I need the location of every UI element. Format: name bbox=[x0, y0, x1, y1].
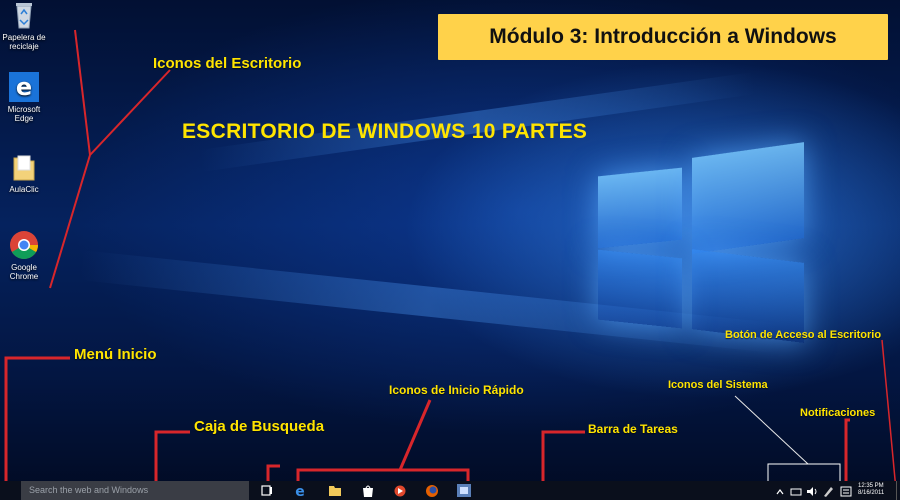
label-iconos-escritorio: Iconos del Escritorio bbox=[153, 55, 302, 72]
windows-logo-pane bbox=[598, 249, 682, 329]
desktop-icon-label: Microsoft Edge bbox=[7, 105, 41, 123]
store-icon[interactable] bbox=[360, 483, 376, 498]
show-desktop-button[interactable] bbox=[896, 481, 900, 500]
desktop-wallpaper bbox=[0, 0, 900, 500]
taskbar: Search the web and Windows e 12:35 PM 8/… bbox=[0, 481, 900, 500]
notification-center-icon[interactable] bbox=[840, 484, 852, 499]
clock-date: 8/16/2011 bbox=[858, 490, 885, 496]
chevron-up-icon[interactable] bbox=[775, 484, 785, 499]
chrome-icon bbox=[10, 231, 38, 259]
label-iconos-sistema: Iconos del Sistema bbox=[668, 379, 768, 391]
clock-time: 12:35 PM bbox=[858, 483, 884, 489]
desktop-icon-chrome[interactable]: Google Chrome bbox=[0, 230, 48, 281]
media-app-icon[interactable] bbox=[392, 483, 408, 498]
label-caja-busqueda: Caja de Busqueda bbox=[194, 418, 325, 435]
label-notificaciones: Notificaciones bbox=[800, 407, 876, 419]
desktop-icon-label: Papelera de reciclaje bbox=[2, 33, 46, 51]
desktop-icon-edge[interactable]: e Microsoft Edge bbox=[0, 72, 48, 123]
desktop-icon-label: Google Chrome bbox=[9, 263, 39, 281]
module-title-box: Módulo 3: Introducción a Windows bbox=[438, 14, 888, 60]
label-inicio-rapido: Iconos de Inicio Rápido bbox=[389, 383, 524, 397]
desktop-icon-aulaclic[interactable]: AulaClic bbox=[0, 152, 48, 194]
recycle-bin-icon bbox=[16, 3, 32, 29]
pen-icon[interactable] bbox=[822, 484, 834, 499]
edge-icon[interactable]: e bbox=[292, 483, 308, 498]
network-icon[interactable] bbox=[790, 484, 802, 499]
label-menu-inicio: Menú Inicio bbox=[74, 346, 157, 363]
search-box[interactable]: Search the web and Windows bbox=[21, 481, 249, 500]
start-button[interactable] bbox=[0, 481, 20, 500]
main-heading: ESCRITORIO DE WINDOWS 10 PARTES bbox=[182, 120, 588, 143]
label-barra-tareas: Barra de Tareas bbox=[588, 422, 678, 436]
taskbar-clock[interactable]: 12:35 PM 8/16/2011 bbox=[858, 483, 884, 497]
svg-text:e: e bbox=[16, 73, 32, 101]
desktop-icon-recycle-bin[interactable]: Papelera de reciclaje bbox=[0, 0, 48, 51]
svg-text:e: e bbox=[295, 484, 305, 498]
firefox-icon[interactable] bbox=[424, 483, 440, 498]
folder-icon bbox=[13, 155, 35, 181]
edge-icon: e bbox=[9, 72, 39, 102]
label-boton-escritorio: Botón de Acceso al Escritorio bbox=[725, 329, 882, 341]
volume-icon[interactable] bbox=[806, 484, 818, 499]
windows-logo-pane bbox=[692, 142, 804, 254]
task-view-icon[interactable] bbox=[259, 483, 275, 498]
desktop-icon-label: AulaClic bbox=[9, 185, 39, 194]
windows-logo-pane bbox=[598, 167, 682, 249]
windows-media-icon[interactable] bbox=[456, 483, 472, 498]
file-explorer-icon[interactable] bbox=[327, 483, 343, 498]
